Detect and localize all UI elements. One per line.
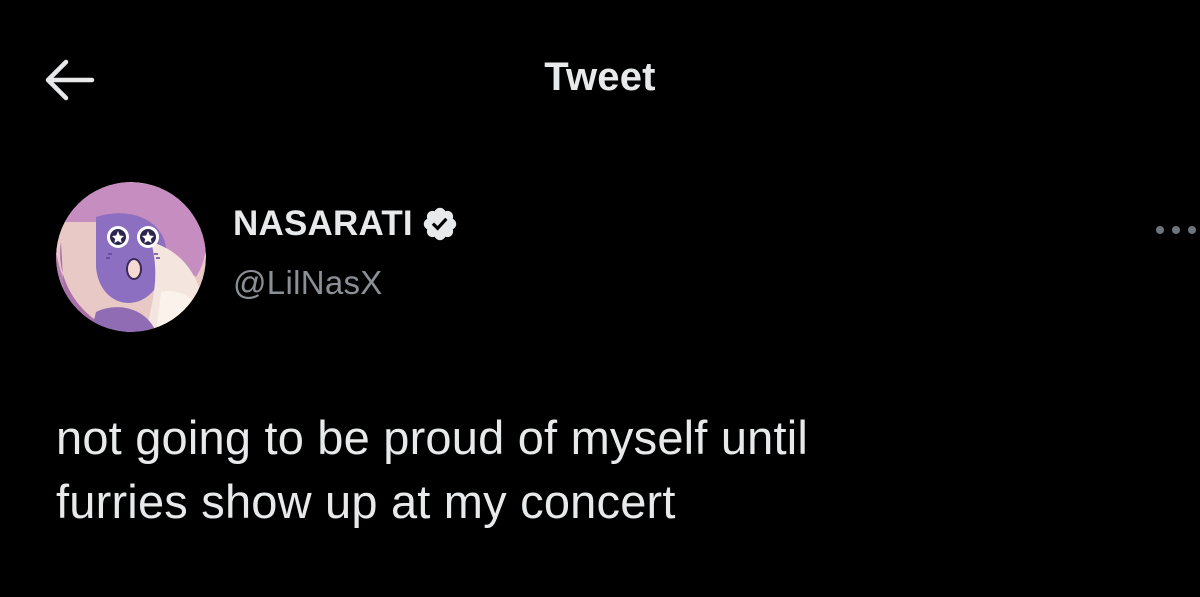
more-options-button[interactable] bbox=[1146, 210, 1200, 250]
cartoon-avatar-image bbox=[56, 182, 206, 332]
user-handle[interactable]: @LilNasX bbox=[233, 264, 383, 302]
tweet-text-line: furries show up at my concert bbox=[56, 475, 676, 528]
top-bar: Tweet bbox=[0, 0, 1200, 160]
tweet-text-line: not going to be proud of myself until bbox=[56, 411, 809, 464]
tweet-author: NASARATI @LilNasX bbox=[56, 182, 1196, 332]
verified-badge-icon bbox=[423, 207, 457, 241]
page-title: Tweet bbox=[544, 55, 656, 99]
avatar[interactable] bbox=[56, 182, 206, 332]
display-name[interactable]: NASARATI bbox=[233, 204, 413, 244]
display-name-row: NASARATI bbox=[233, 204, 459, 244]
tweet-text: not going to be proud of myself until fu… bbox=[56, 406, 1156, 534]
more-horizontal-icon bbox=[1156, 226, 1196, 234]
